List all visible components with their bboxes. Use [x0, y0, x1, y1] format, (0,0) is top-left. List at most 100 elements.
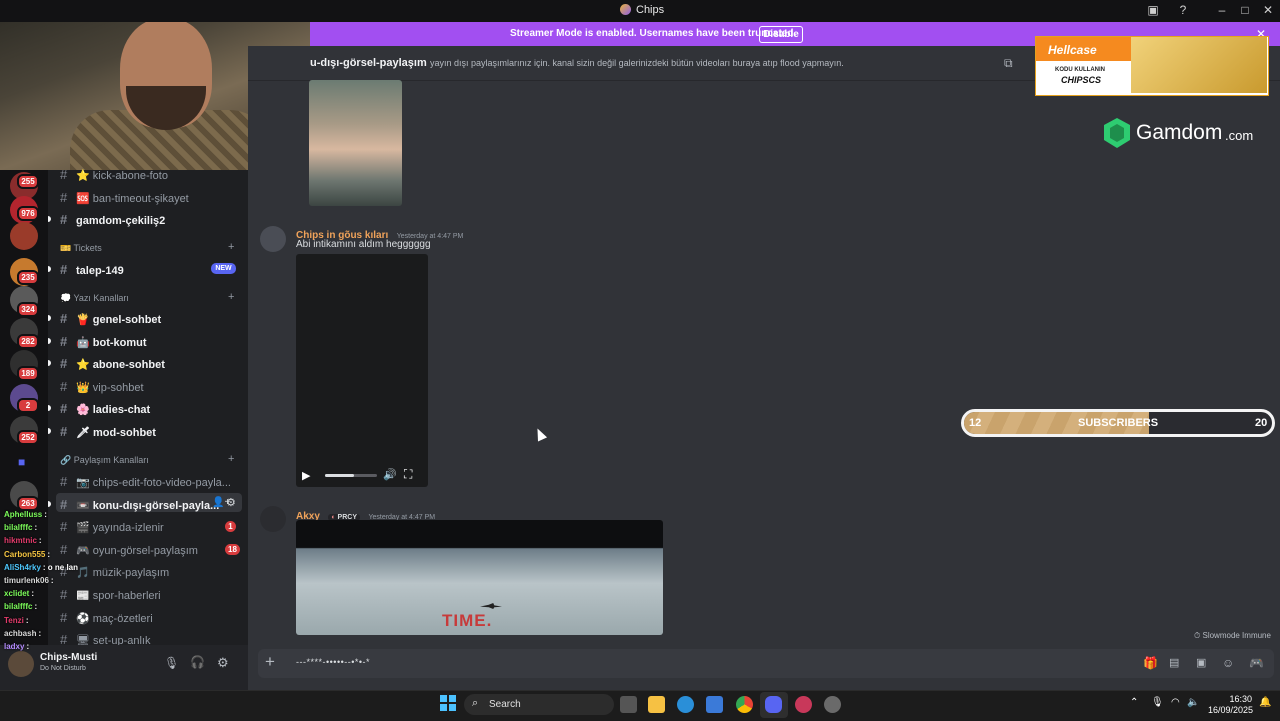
task-view-icon[interactable]: [620, 696, 637, 713]
store-icon[interactable]: [706, 696, 723, 713]
channel-item[interactable]: # 🗡 mod-sohbet: [60, 424, 156, 439]
channel-category[interactable]: 💭 Yazı Kanalları: [60, 293, 129, 304]
taskbar-search-label: Search: [489, 699, 521, 710]
stream-chat-username: hikmtnic: [4, 536, 37, 546]
stream-chat-message: bilalfffc:: [4, 523, 37, 532]
hash-icon: #: [60, 167, 68, 182]
app-pin-icon[interactable]: [795, 696, 812, 713]
channel-item[interactable]: # 🌸 ladies-chat: [60, 401, 150, 416]
channel-item[interactable]: # 👑 vip-sohbet: [60, 379, 144, 394]
emoji-icon[interactable]: ☺: [1222, 656, 1234, 670]
gif-icon[interactable]: ▤: [1169, 656, 1179, 669]
gift-icon[interactable]: 🎁: [1143, 656, 1158, 670]
channel-item[interactable]: # 🍟 genel-sohbet: [60, 311, 161, 326]
subscriber-label: SUBSCRIBERS: [1078, 417, 1159, 429]
clock-time[interactable]: 16:30: [1222, 694, 1252, 704]
stream-chat-text: :: [31, 589, 35, 599]
tray-mic-icon[interactable]: 🎙: [1151, 697, 1164, 708]
channel-label: ⭐ kick-abone-foto: [76, 170, 168, 182]
add-channel-plus-icon[interactable]: +: [228, 453, 234, 465]
user-settings-gear-icon[interactable]: ⚙: [217, 655, 229, 671]
attach-plus-icon[interactable]: +: [265, 652, 275, 672]
video-progress-track[interactable]: [325, 474, 377, 477]
notification-bell-icon[interactable]: 🔔: [1259, 697, 1271, 708]
stream-chat-message: Aphelluss:: [4, 510, 47, 519]
composer-input[interactable]: ---****-•••••--•*•-*: [296, 657, 370, 667]
fullscreen-icon[interactable]: ⛶: [404, 467, 412, 482]
channel-item[interactable]: # ⭐ kick-abone-foto: [60, 167, 168, 182]
channel-label: 📷 chips-edit-foto-video-payla...: [76, 477, 231, 489]
play-icon[interactable]: ▶: [302, 469, 310, 482]
windows-start-icon[interactable]: [440, 695, 456, 711]
folder-icon[interactable]: ■: [18, 455, 25, 469]
apps-icon[interactable]: 🎮: [1249, 656, 1264, 670]
hash-icon: #: [60, 496, 68, 512]
hash-icon: #: [60, 587, 68, 602]
server-mention-badge: 235: [17, 270, 39, 285]
channel-item[interactable]: # ⚽ maç-özetleri: [60, 610, 153, 625]
edge-browser-icon[interactable]: [677, 696, 694, 713]
avatar[interactable]: [260, 226, 286, 252]
server-icon[interactable]: [10, 222, 38, 250]
hash-icon: #: [60, 609, 68, 625]
channel-item[interactable]: # ⭐ abone-sohbet: [60, 356, 165, 371]
tray-chevron-icon[interactable]: ⌃: [1130, 697, 1138, 708]
wifi-icon[interactable]: ◠: [1171, 697, 1180, 708]
channel-item[interactable]: # 🆘 ban-timeout-şikayet: [60, 190, 189, 205]
minimize-icon[interactable]: –: [1215, 3, 1229, 17]
stream-chat-username: bilalfffc: [4, 602, 33, 612]
channel-item[interactable]: # 📰 spor-haberleri: [60, 587, 161, 602]
clock-date[interactable]: 16/09/2025: [1208, 705, 1253, 715]
stream-chat-text: :: [38, 536, 42, 546]
channel-item[interactable]: # gamdom-çekiliş2: [60, 212, 165, 227]
channel-topic: yayın dışı paylaşımlarınız için. kanal s…: [430, 58, 844, 68]
inbox-icon[interactable]: ▣: [1146, 3, 1160, 17]
slowmode-icon: ⏱: [1194, 631, 1201, 640]
threads-icon[interactable]: ⧉: [1004, 56, 1013, 71]
channel-item[interactable]: # 📷 chips-edit-foto-video-payla...: [60, 474, 231, 489]
stream-chat-text: :: [50, 576, 54, 585]
channel-item[interactable]: # 🤖 bot-komut: [60, 334, 147, 349]
taskbar: [0, 690, 1280, 721]
channel-label: 👑 vip-sohbet: [76, 381, 144, 394]
user-panel: [0, 645, 248, 690]
message-text: Abi intikamını aldım hegggggg: [296, 239, 431, 250]
channel-item[interactable]: # talep-149: [60, 262, 124, 277]
speaker-icon[interactable]: 🔈: [1187, 697, 1199, 708]
channel-settings-gear-icon[interactable]: ⚙: [226, 496, 236, 509]
image-attachment[interactable]: [309, 80, 402, 206]
username[interactable]: Chips-Musti: [40, 652, 97, 663]
microphone-icon[interactable]: 🎙: [164, 656, 179, 670]
message-composer[interactable]: [258, 649, 1274, 678]
obs-icon[interactable]: [824, 696, 841, 713]
channel-category[interactable]: 🔗 Paylaşım Kanalları: [60, 455, 149, 466]
search-icon: ⌕: [472, 697, 479, 709]
volume-icon[interactable]: 🔊: [383, 468, 397, 481]
chrome-icon[interactable]: [736, 696, 753, 713]
file-explorer-icon[interactable]: [648, 696, 665, 713]
headphones-icon[interactable]: 🎧: [190, 655, 205, 669]
channel-item[interactable]: # 🎮 oyun-görsel-paylaşım: [60, 542, 198, 557]
stream-chat-username: Carbon555: [4, 549, 46, 559]
channel-category[interactable]: 🎫 Tickets: [60, 243, 102, 254]
user-avatar[interactable]: [8, 651, 34, 677]
discord-icon[interactable]: [765, 696, 782, 713]
channel-item[interactable]: # 🎬 yayında-izlenir: [60, 519, 164, 534]
maximize-icon[interactable]: □: [1238, 3, 1252, 17]
avatar[interactable]: [260, 506, 286, 532]
video-attachment[interactable]: [296, 254, 428, 487]
stream-chat-username: Tenzi: [4, 615, 24, 625]
taskbar-search[interactable]: [464, 694, 614, 715]
hash-icon: #: [60, 190, 68, 205]
channel-label: 📰 spor-haberleri: [76, 590, 161, 602]
add-channel-plus-icon[interactable]: +: [228, 291, 234, 303]
disable-streamer-mode-button[interactable]: Disable: [759, 26, 803, 43]
add-channel-plus-icon[interactable]: +: [228, 241, 234, 253]
help-icon[interactable]: ?: [1176, 3, 1190, 17]
close-window-icon[interactable]: ✕: [1261, 3, 1275, 17]
hash-icon: #: [60, 212, 68, 227]
stream-chat-message: Tenzi:: [4, 616, 29, 625]
server-mention-badge: 976: [17, 206, 39, 221]
channel-item[interactable]: # 📼 konu-dışı-görsel-payla...: [60, 497, 219, 512]
sticker-icon[interactable]: ▣: [1196, 656, 1206, 669]
